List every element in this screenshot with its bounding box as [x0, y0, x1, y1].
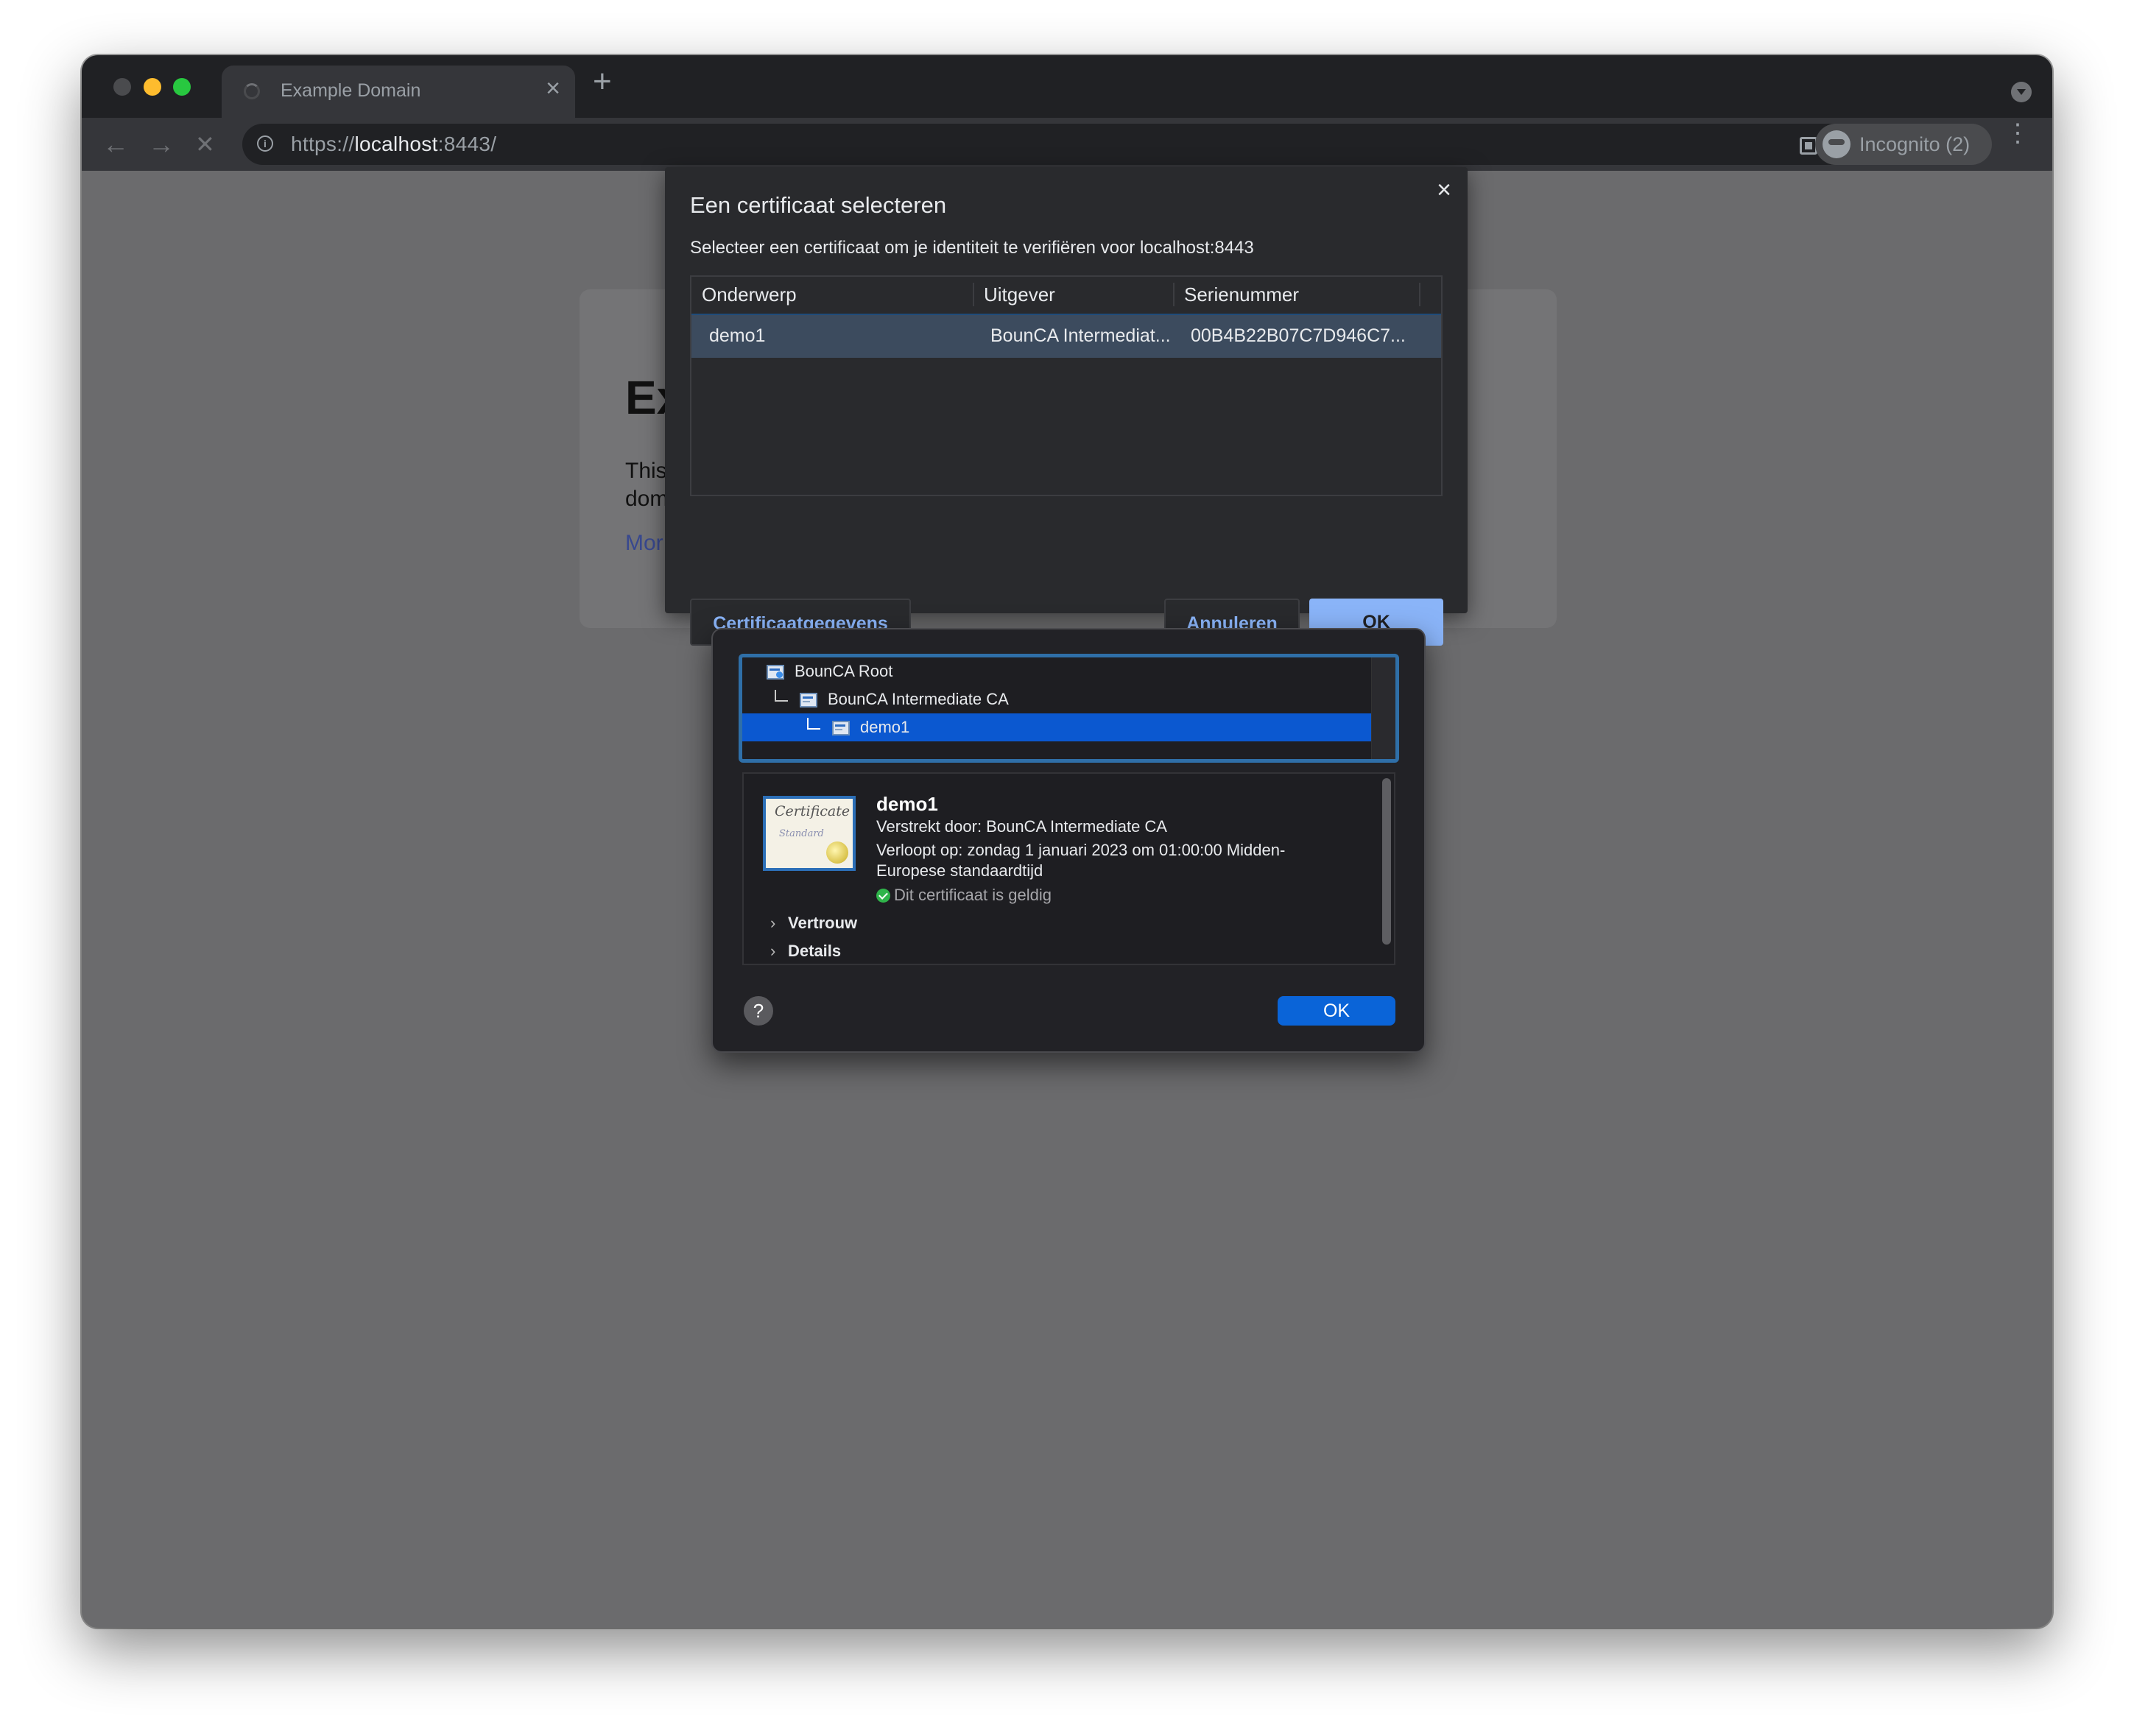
tab-strip: Example Domain × +	[82, 55, 2052, 118]
details-disclosure[interactable]: › Details	[770, 942, 841, 961]
column-header-serial[interactable]: Serienummer	[1184, 277, 1299, 312]
dialog-subtitle: Selecteer een certificaat om je identite…	[690, 238, 1254, 258]
tree-item-label: BounCA Intermediate CA	[828, 690, 1009, 708]
issued-by-text: Verstrekt door: BounCA Intermediate CA	[876, 817, 1167, 836]
tab-title: Example Domain	[281, 80, 421, 101]
certificate-chain-tree: BounCA Root BounCA Intermediate CA demo1	[739, 654, 1399, 763]
disclosure-label: Details	[788, 942, 842, 960]
tree-item-label: BounCA Root	[795, 662, 893, 680]
certificate-icon: Certificate Standard	[763, 796, 856, 871]
incognito-label: Incognito (2)	[1859, 133, 1971, 155]
tree-item-demo1[interactable]: demo1	[742, 713, 1372, 741]
cell-subject: demo1	[709, 325, 766, 346]
certificate-viewer-sheet: BounCA Root BounCA Intermediate CA demo1…	[711, 628, 1426, 1053]
column-divider	[1419, 283, 1420, 306]
dialog-title: Een certificaat selecteren	[690, 192, 947, 218]
tab-close-icon[interactable]: ×	[546, 76, 560, 101]
certificate-table: Onderwerp Uitgever Serienummer demo1 Bou…	[690, 275, 1443, 496]
cell-serial: 00B4B22B07C7D946C7...	[1191, 325, 1406, 346]
table-row[interactable]: demo1 BounCA Intermediat... 00B4B22B07C7…	[691, 314, 1441, 358]
viewer-ok-button[interactable]: OK	[1278, 996, 1395, 1026]
toolbar: ← → ✕ i https://localhost:8443/ ☆ Incogn…	[82, 118, 2052, 171]
tree-item-intermediate[interactable]: BounCA Intermediate CA	[742, 685, 1372, 713]
expires-text-line2: Europese standaardtijd	[876, 861, 1043, 880]
dialog-close-icon[interactable]: ×	[1437, 176, 1451, 205]
tree-item-root[interactable]: BounCA Root	[742, 657, 1372, 685]
certificate-icon-subtitle: Standard	[779, 828, 824, 839]
select-certificate-dialog: Een certificaat selecteren × Selecteer e…	[665, 167, 1468, 646]
loading-spinner-icon	[244, 83, 260, 99]
certificate-icon	[832, 721, 850, 736]
column-header-issuer[interactable]: Uitgever	[984, 277, 1055, 312]
certificate-name: demo1	[876, 793, 938, 815]
url-text[interactable]: https://localhost:8443/	[291, 133, 496, 156]
trust-disclosure[interactable]: › Vertrouw	[770, 914, 857, 933]
window-minimize-button[interactable]	[144, 78, 161, 96]
tree-item-label: demo1	[860, 718, 910, 736]
new-tab-button[interactable]: +	[593, 66, 612, 98]
certificate-details-pane: Certificate Standard demo1 Verstrekt doo…	[742, 772, 1395, 965]
tree-connector	[775, 690, 788, 702]
window-close-button[interactable]	[113, 78, 131, 96]
validity-status: Dit certificaat is geldig	[876, 886, 1052, 905]
certificate-icon-script: Certificate	[775, 803, 851, 819]
site-info-icon[interactable]: i	[257, 135, 273, 152]
browser-menu-icon[interactable]: ⋮	[2005, 121, 2030, 147]
address-bar[interactable]: i https://localhost:8443/ ☆	[242, 124, 1866, 165]
tree-connector	[807, 718, 820, 730]
column-header-subject[interactable]: Onderwerp	[702, 277, 797, 312]
incognito-icon	[1823, 130, 1850, 158]
valid-check-icon	[876, 889, 890, 903]
forward-button[interactable]: →	[148, 127, 175, 162]
expires-text-line1: Verloopt op: zondag 1 januari 2023 om 01…	[876, 841, 1286, 859]
disclosure-label: Vertrouw	[788, 914, 858, 932]
seal-icon	[826, 841, 848, 864]
details-scrollbar[interactable]	[1382, 778, 1391, 945]
more-info-link[interactable]: Mor	[625, 531, 663, 556]
incognito-profile-button[interactable]: Incognito (2)	[1815, 124, 1992, 165]
window-maximize-button[interactable]	[173, 78, 191, 96]
back-button[interactable]: ←	[102, 127, 129, 162]
certificate-icon	[800, 693, 817, 708]
column-divider	[973, 283, 974, 306]
chevron-right-icon: ›	[770, 942, 776, 960]
tab-search-icon[interactable]	[2011, 82, 2032, 102]
column-divider	[1173, 283, 1175, 306]
tree-scrollbar[interactable]	[1371, 657, 1395, 759]
root-certificate-icon	[767, 665, 784, 680]
cell-issuer: BounCA Intermediat...	[990, 325, 1171, 346]
validity-text: Dit certificaat is geldig	[894, 886, 1052, 904]
tab-example-domain[interactable]: Example Domain ×	[222, 66, 575, 118]
stop-button[interactable]: ✕	[195, 127, 215, 162]
browser-window: Example Domain × + ← → ✕ i https://local…	[82, 55, 2052, 1628]
chevron-right-icon: ›	[770, 914, 776, 932]
help-button[interactable]: ?	[744, 996, 773, 1026]
